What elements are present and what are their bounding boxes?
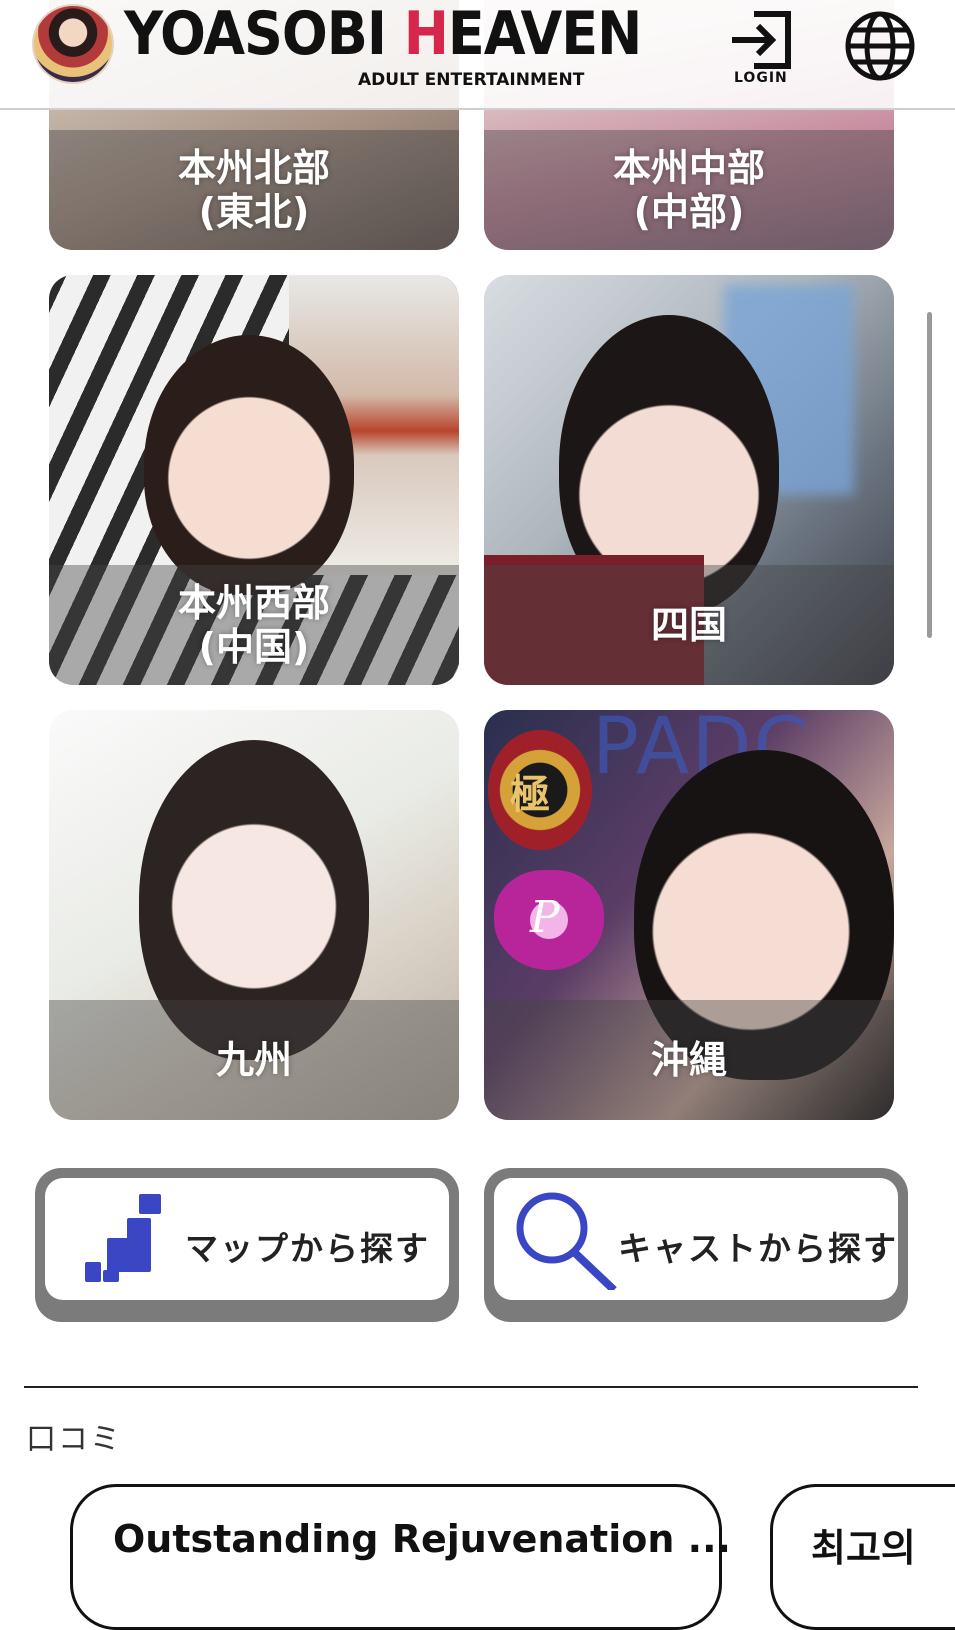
region-label-band: 本州西部 (中国)	[49, 565, 459, 685]
review-card[interactable]: 최고의	[770, 1484, 955, 1630]
region-name: 四国	[650, 603, 727, 647]
section-divider	[24, 1386, 918, 1388]
photo-model	[144, 335, 354, 595]
login-button[interactable]: LOGIN	[722, 6, 800, 88]
geisha-logo-icon[interactable]	[32, 4, 114, 84]
review-title: 최고의	[811, 1526, 916, 1570]
region-tile-shikoku[interactable]: 四国	[484, 275, 894, 685]
region-label-band: 沖縄	[484, 1000, 894, 1120]
badge-kanji: 極	[510, 772, 550, 818]
map-blocks-icon	[85, 1194, 161, 1282]
search-by-map-label: マップから探す	[185, 1229, 430, 1268]
region-tile-kyushu[interactable]: 九州	[49, 710, 459, 1120]
review-title: Outstanding Rejuvenation ...	[113, 1517, 731, 1561]
region-name: 本州西部	[177, 581, 330, 625]
region-label-band: 四国	[484, 565, 894, 685]
region-subname: (中部)	[633, 190, 745, 234]
region-label-band: 本州中部 (中部)	[484, 130, 894, 250]
globe-icon	[845, 11, 915, 81]
search-button-face: マップから探す	[45, 1178, 449, 1300]
site-header: YOASOBI HEAVEN ADULT ENTERTAINMENT LOGIN	[0, 0, 955, 110]
brand-main-text: YOASOBI	[124, 0, 404, 69]
region-subname: (東北)	[198, 190, 310, 234]
region-name: 本州北部	[177, 146, 330, 190]
region-tile-okinawa[interactable]: PADC 極 P 沖縄	[484, 710, 894, 1120]
login-label: LOGIN	[734, 70, 788, 86]
search-by-cast-button[interactable]: キャストから探す	[484, 1168, 908, 1322]
review-card[interactable]: Outstanding Rejuvenation ...	[70, 1484, 731, 1630]
magnifier-icon	[516, 1192, 617, 1290]
region-name: 本州中部	[612, 146, 765, 190]
login-icon	[732, 11, 791, 69]
region-name: 九州	[215, 1038, 292, 1082]
language-button[interactable]	[844, 10, 916, 82]
page-scrollbar[interactable]	[927, 312, 932, 638]
region-subname: (中国)	[198, 625, 310, 669]
brand-title[interactable]: YOASOBI HEAVEN	[124, 0, 642, 70]
brand-rest-text: EAVEN	[447, 0, 642, 69]
search-by-map-button[interactable]: マップから探す	[35, 1168, 459, 1322]
region-tile-chugoku[interactable]: 本州西部 (中国)	[49, 275, 459, 685]
heart-letter: P	[530, 892, 560, 943]
brand-accent-letter: H	[403, 0, 449, 69]
search-button-face: キャストから探す	[494, 1178, 898, 1300]
brand-subtitle: ADULT ENTERTAINMENT	[358, 70, 585, 90]
region-label-band: 九州	[49, 1000, 459, 1120]
search-by-cast-label: キャストから探す	[618, 1229, 898, 1268]
region-name: 沖縄	[650, 1038, 727, 1082]
region-label-band: 本州北部 (東北)	[49, 130, 459, 250]
reviews-heading: 口コミ	[26, 1422, 122, 1457]
